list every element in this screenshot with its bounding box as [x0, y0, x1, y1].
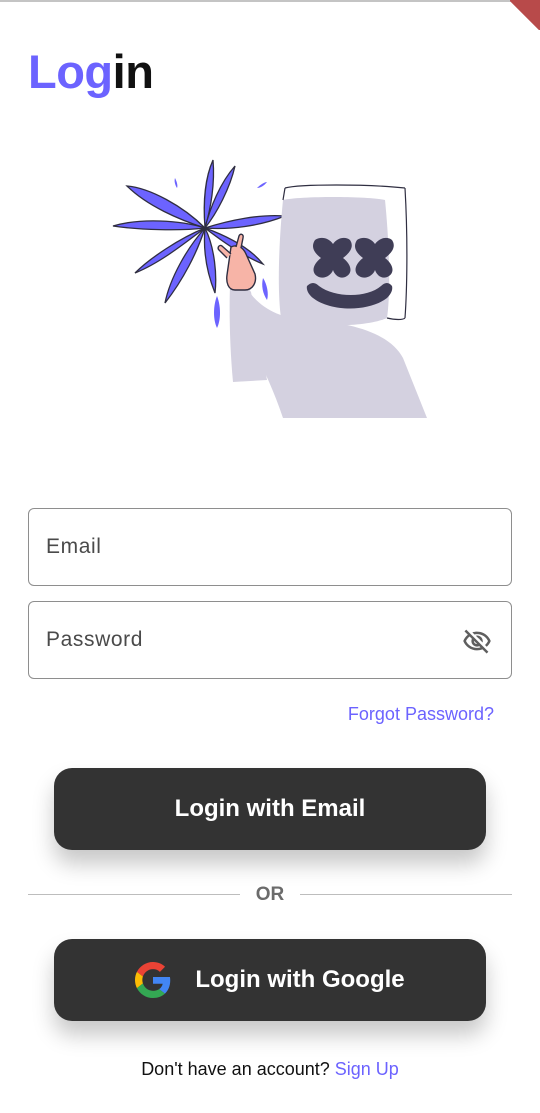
signup-prompt: Don't have an account? [141, 1059, 335, 1079]
password-input[interactable] [46, 602, 446, 678]
login-with-google-button[interactable]: Login with Google [54, 939, 486, 1021]
login-with-email-label: Login with Email [174, 795, 366, 822]
email-input[interactable] [46, 509, 446, 585]
or-divider: OR [28, 882, 512, 908]
google-logo-icon [135, 962, 171, 998]
email-field[interactable] [28, 508, 512, 586]
password-field[interactable] [28, 601, 512, 679]
sign-up-link[interactable]: Sign Up [335, 1059, 399, 1079]
eye-off-icon[interactable] [461, 626, 493, 656]
page-title: Login [28, 44, 154, 100]
divider-line-left [28, 894, 240, 895]
page-title-rest: in [112, 45, 154, 98]
forgot-password-link[interactable]: Forgot Password? [300, 704, 494, 725]
debug-banner [510, 0, 540, 30]
login-with-email-button[interactable]: Login with Email [54, 768, 486, 850]
divider-line-right [300, 894, 512, 895]
login-with-google-label: Login with Google [195, 966, 405, 993]
marshmello-illustration [112, 159, 427, 418]
signup-row: Don't have an account? Sign Up [0, 1059, 540, 1080]
page-title-accent: Log [28, 45, 113, 98]
or-text: OR [255, 884, 285, 905]
top-border [0, 0, 540, 2]
